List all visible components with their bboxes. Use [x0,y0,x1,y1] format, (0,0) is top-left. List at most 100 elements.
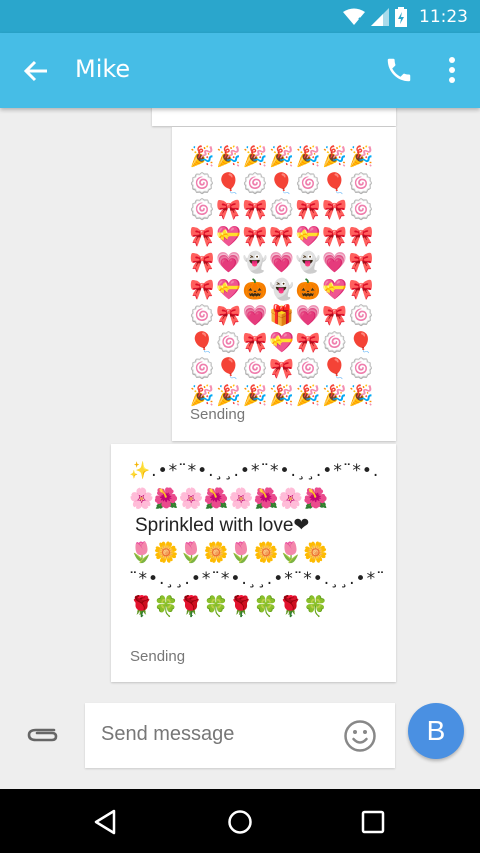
emoji: 🎀 [242,329,268,354]
emoji: 🎉 [242,382,268,407]
emoji: 🍥 [269,197,295,222]
message-list[interactable]: 🎉 🎉 🎉 🎉 🎉 🎉 🎉 🍥 🎈 🍥 🎈 🍥 🎈 🍥 🍥 🎀 🎀 🍥 🎀 🎀 🍥 🎀 💝 🎀 🎀 💝 🎀 🎀 🎀 💗 👻 💗 👻 💗 🎀 … [0,108,480,690]
emoji: 🎈 [322,170,348,195]
emoji: 🎀 [216,303,242,328]
emoji: 💗 [322,250,348,275]
clock: 11:23 [419,6,468,27]
emoji-row: 🍥 🎀 🎀 🍥 🎀 🎀 🍥 [189,196,375,223]
paperclip-icon[interactable] [24,720,60,750]
emoji-row: 🎉 🎉 🎉 🎉 🎉 🎉 🎉 [189,143,375,170]
message-text: Sprinkled with love❤ [135,515,310,536]
app-bar: Mike [0,33,480,108]
emoji-art-grid: 🎉 🎉 🎉 🎉 🎉 🎉 🎉 🍥 🎈 🍥 🎈 🍥 🎈 🍥 🍥 🎀 🎀 🍥 🎀 🎀 🍥 🎀 💝 🎀 🎀 💝 🎀 🎀 🎀 💗 👻 💗 👻 💗 🎀 … [189,143,375,408]
previous-message-bubble[interactable] [152,108,396,126]
emoji: 🎀 [189,250,215,275]
emoji: 🎀 [242,223,268,248]
emoji: 🍥 [322,329,348,354]
composer: Send message B [0,690,480,789]
emoji: 💝 [322,276,348,301]
message-status: Sending [130,648,186,665]
emoji: 🎉 [348,144,374,169]
emoji: 🍥 [242,356,268,381]
send-button[interactable]: B [408,703,464,759]
system-navigation-bar [0,789,480,853]
emoji: 🎉 [189,382,215,407]
wifi-icon [343,8,365,25]
emoji: 🎈 [216,170,242,195]
emoji: 🍥 [189,303,215,328]
emoji: 🍥 [189,197,215,222]
emoji: 🍥 [348,170,374,195]
emoji: 🎀 [295,197,321,222]
emoji: 🎀 [295,329,321,354]
emoji: 👻 [242,250,268,275]
emoji: 🎁 [269,303,295,328]
nav-back-icon[interactable] [90,807,120,837]
emoji: 🍥 [242,170,268,195]
message-input-placeholder: Send message [101,723,235,745]
message-bubble-emoji-art[interactable]: 🎉 🎉 🎉 🎉 🎉 🎉 🎉 🍥 🎈 🍥 🎈 🍥 🎈 🍥 🍥 🎀 🎀 🍥 🎀 🎀 🍥 🎀 💝 🎀 🎀 💝 🎀 🎀 🎀 💗 👻 💗 👻 💗 🎀 … [172,127,396,441]
back-arrow-icon[interactable] [20,55,52,87]
emoji: 🎀 [348,250,374,275]
emoji: 🎉 [295,144,321,169]
emoji: 🎉 [348,382,374,407]
emoji: 🎉 [216,382,242,407]
emoji: 🎀 [189,223,215,248]
emoji: 💗 [269,250,295,275]
emoji: 💗 [295,303,321,328]
conversation-title: Mike [75,55,131,83]
emoji: 🎃 [295,276,321,301]
emoji: 🎉 [189,144,215,169]
emoji-smiley-icon[interactable] [343,719,377,753]
emoji: 👻 [269,276,295,301]
emoji: 🎀 [269,356,295,381]
emoji: 🎀 [322,197,348,222]
message-bubble-sprinkled[interactable]: ✨.•*¨*•.¸¸.•*¨*•.¸¸.•*¨*•. ƸӜƷ 🌸🌺🌸🌺🌸🌺🌸🌺 … [111,444,396,682]
emoji: 💗 [242,303,268,328]
nav-recents-icon[interactable] [358,807,388,837]
emoji: 🎀 [189,276,215,301]
emoji: 🎉 [322,382,348,407]
emoji: 🎀 [322,223,348,248]
emoji: 🎀 [216,197,242,222]
emoji-row: 🎀 💝 🎀 🎀 💝 🎀 🎀 [189,223,375,250]
emoji-row: 🍥 🎈 🍥 🎀 🍥 🎈 🍥 [189,355,375,382]
message-line: ¨*•.¸¸.•*¨*•.¸¸.•*¨*•.¸¸.•*¨*•. ✨ [129,569,386,589]
emoji: 🍥 [348,356,374,381]
emoji: 🎀 [348,223,374,248]
emoji: 🎉 [269,382,295,407]
emoji: 🍥 [348,303,374,328]
emoji: 💝 [269,329,295,354]
emoji: 🍥 [295,170,321,195]
emoji: 💝 [295,223,321,248]
message-input[interactable]: Send message [85,703,395,768]
emoji-row: 🎀 💝 🎃 👻 🎃 💝 🎀 [189,276,375,303]
emoji: 🎀 [348,276,374,301]
emoji: 🍥 [216,329,242,354]
emoji: 🎉 [242,144,268,169]
battery-icon [395,6,407,27]
message-body: ✨.•*¨*•.¸¸.•*¨*•.¸¸.•*¨*•. ƸӜƷ 🌸🌺🌸🌺🌸🌺🌸🌺 … [129,458,386,620]
emoji: 🎀 [242,197,268,222]
emoji: 🎈 [216,356,242,381]
emoji: 🎉 [295,382,321,407]
message-line: 🌸🌺🌸🌺🌸🌺🌸🌺 [129,486,329,510]
nav-home-icon[interactable] [225,807,255,837]
emoji: 🍥 [189,170,215,195]
emoji: 💝 [216,223,242,248]
message-line: ✨.•*¨*•.¸¸.•*¨*•.¸¸.•*¨*•. ƸӜƷ [129,461,386,481]
emoji: 🍥 [295,356,321,381]
more-options-icon[interactable] [444,55,460,85]
emoji: 🎈 [348,329,374,354]
emoji: 💝 [216,276,242,301]
emoji-row: 🍥 🎈 🍥 🎈 🍥 🎈 🍥 [189,170,375,197]
signal-icon [371,7,389,26]
emoji: 🎈 [322,356,348,381]
message-line: 🌷🌼🌷🌼🌷🌼🌷🌼 [129,540,329,564]
phone-icon[interactable] [384,55,414,85]
emoji: 🎀 [322,303,348,328]
emoji: 🍥 [189,356,215,381]
emoji: 🎈 [269,170,295,195]
status-bar: 11:23 [0,0,480,33]
message-status: Sending [190,406,246,423]
